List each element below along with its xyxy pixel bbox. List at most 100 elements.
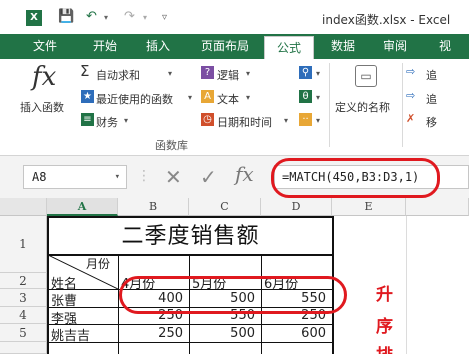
row-header-4[interactable]: 4 <box>0 307 47 324</box>
logical-label: 逻辑 <box>217 69 239 82</box>
header-month-label[interactable]: 月份 <box>86 255 110 272</box>
trace-dependents-icon: ⇨ <box>406 89 416 102</box>
annotation-char: 序 <box>376 317 393 337</box>
save-icon[interactable]: 💾 <box>58 9 74 24</box>
tab-view[interactable]: 视 <box>430 34 460 59</box>
column-header-f[interactable] <box>406 198 469 216</box>
confirm-entry-icon[interactable]: ✓ <box>200 165 217 189</box>
autosum-label: 自动求和 <box>96 69 140 82</box>
text-book-icon: A <box>201 90 214 103</box>
row-header-2[interactable]: 2 <box>0 273 47 289</box>
more-functions-button[interactable]: ·· ▾ <box>299 112 325 128</box>
column-header-a[interactable]: A <box>47 198 118 216</box>
financial-dropdown-icon: ▾ <box>124 116 129 125</box>
window-title: index函数.xlsx - Excel <box>322 13 451 27</box>
more-functions-dropdown-icon: ▾ <box>316 116 321 125</box>
tab-home[interactable]: 开始 <box>82 34 128 59</box>
logical-button[interactable]: ? 逻辑 ▾ <box>200 65 260 82</box>
ribbon-formulas: fx 插入函数 Σ 自动求和 ▾ ★ 最近使用的函数 ▾ ≡ 财务 ▾ ? 逻辑… <box>0 59 469 156</box>
insert-function-button[interactable]: fx 插入函数 <box>18 59 74 121</box>
row-header-6[interactable] <box>0 342 47 354</box>
math-button[interactable]: θ ▾ <box>299 89 325 105</box>
recently-used-label: 最近使用的函数 <box>96 93 173 106</box>
logical-book-icon: ? <box>201 66 214 79</box>
row-header-1[interactable]: 1 <box>0 216 47 273</box>
recently-used-button[interactable]: ★ 最近使用的函数 ▾ <box>80 89 194 106</box>
defined-names-label: 定义的名称 <box>335 101 390 114</box>
trace-dependents-label: 追 <box>426 93 437 106</box>
tab-insert[interactable]: 插入 <box>135 34 181 59</box>
row-highlight-annotation <box>119 276 347 314</box>
star-icon: ★ <box>81 90 94 103</box>
cell-value[interactable]: 500 <box>190 326 261 341</box>
tab-page-layout[interactable]: 页面布局 <box>192 34 258 59</box>
cancel-entry-icon[interactable]: ✕ <box>165 165 182 189</box>
remove-arrows-icon: ✗ <box>406 112 416 125</box>
text-button[interactable]: A 文本 ▾ <box>200 89 260 106</box>
column-header-b[interactable]: B <box>118 198 189 216</box>
cell-name[interactable]: 姚吉吉 <box>51 325 90 344</box>
trace-precedents-icon: ⇨ <box>406 65 416 78</box>
name-box[interactable]: A8 ▾ <box>23 165 127 189</box>
annotation-char: 升 <box>376 285 393 305</box>
excel-logo-icon: X <box>26 10 42 26</box>
redo-dropdown-icon[interactable]: ▾ <box>143 13 147 22</box>
cell-value[interactable]: 250 <box>119 326 189 341</box>
table-title[interactable]: 二季度销售额 <box>48 218 333 250</box>
undo-dropdown-icon[interactable]: ▾ <box>104 13 108 22</box>
tab-formulas[interactable]: 公式 <box>264 36 314 59</box>
financial-book-icon: ≡ <box>81 113 94 126</box>
name-box-dropdown-icon[interactable]: ▾ <box>115 166 120 188</box>
trace-precedents-button[interactable]: ⇨ 追 <box>406 65 469 82</box>
sigma-icon: Σ <box>80 62 90 80</box>
text-label: 文本 <box>217 93 239 106</box>
ribbon-separator <box>402 63 403 147</box>
financial-label: 财务 <box>96 116 118 129</box>
autosum-button[interactable]: Σ 自动求和 ▾ <box>80 62 180 82</box>
date-time-book-icon: ◷ <box>201 113 214 126</box>
lookup-dropdown-icon: ▾ <box>316 69 321 78</box>
ribbon-separator <box>329 63 330 147</box>
redo-icon[interactable]: ↷ <box>124 9 135 24</box>
more-functions-book-icon: ·· <box>299 113 312 126</box>
undo-icon[interactable]: ↶ <box>86 9 97 24</box>
date-time-dropdown-icon: ▾ <box>284 116 289 125</box>
remove-arrows-label: 移 <box>426 116 437 129</box>
title-bar: X 💾 ↶ ▾ ↷ ▾ ▿ index函数.xlsx - Excel <box>0 0 469 34</box>
insert-function-label: 插入函数 <box>20 101 64 114</box>
math-dropdown-icon: ▾ <box>316 93 321 102</box>
logical-dropdown-icon: ▾ <box>246 69 251 78</box>
column-header-e[interactable]: E <box>332 198 406 216</box>
math-book-icon: θ <box>299 90 312 103</box>
tab-review[interactable]: 审阅 <box>373 34 417 59</box>
defined-names-button[interactable]: ▭ 定义的名称 <box>333 63 399 123</box>
select-all-corner[interactable] <box>0 198 47 216</box>
text-dropdown-icon: ▾ <box>246 93 251 102</box>
lookup-button[interactable]: ⚲ ▾ <box>299 65 325 81</box>
column-header-d[interactable]: D <box>261 198 332 216</box>
annotation-char: 排 <box>376 341 393 354</box>
autosum-dropdown-icon: ▾ <box>168 69 173 78</box>
financial-button[interactable]: ≡ 财务 ▾ <box>80 112 140 129</box>
cell-value[interactable]: 600 <box>262 326 332 341</box>
row-header-5[interactable]: 5 <box>0 324 47 342</box>
row-header-3[interactable]: 3 <box>0 289 47 307</box>
customize-toolbar-icon[interactable]: ▿ <box>162 12 167 23</box>
date-time-button[interactable]: ◷ 日期和时间 ▾ <box>200 112 290 129</box>
name-tag-icon: ▭ <box>355 65 377 87</box>
recently-used-dropdown-icon: ▾ <box>188 93 193 102</box>
insert-function-fx-icon[interactable]: fx <box>235 162 254 186</box>
formula-bar-grip-icon: ⋮ <box>137 168 151 184</box>
lookup-book-icon: ⚲ <box>299 66 312 79</box>
fx-icon: fx <box>32 62 57 92</box>
trace-precedents-label: 追 <box>426 69 437 82</box>
tab-data[interactable]: 数据 <box>321 34 365 59</box>
trace-dependents-button[interactable]: ⇨ 追 <box>406 89 469 106</box>
gridline <box>406 216 407 354</box>
cell-name[interactable]: 张曹 <box>51 290 77 309</box>
column-header-c[interactable]: C <box>189 198 261 216</box>
function-library-group-label: 函数库 <box>155 139 188 152</box>
remove-arrows-button[interactable]: ✗ 移 <box>406 112 469 129</box>
tab-file[interactable]: 文件 <box>20 34 70 59</box>
name-box-value: A8 <box>32 170 47 184</box>
